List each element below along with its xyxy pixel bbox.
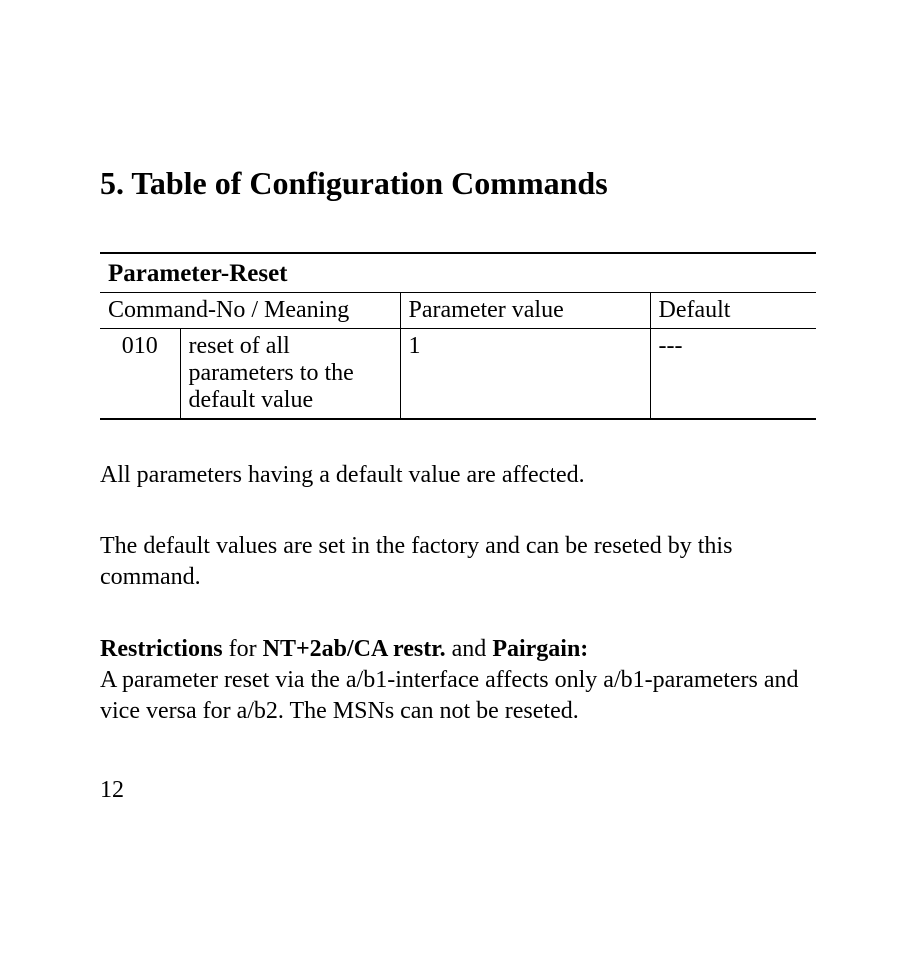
cell-default: --- [650,329,816,420]
restrictions-label: Restrictions [100,636,223,662]
cell-meaning: reset of all parameters to the default v… [180,329,400,420]
restrictions-body: A parameter reset via the a/b1-interface… [100,667,799,724]
text-for: for [223,636,263,662]
paragraph-1: All parameters having a default value ar… [100,460,816,491]
cell-parameter-value: 1 [400,329,650,420]
device-pairgain: Pairgain: [492,636,588,662]
page-number: 12 [100,777,816,804]
section-number: 5. [100,165,124,201]
table-title: Parameter-Reset [100,253,816,293]
column-header-default: Default [650,293,816,329]
paragraph-2: The default values are set in the factor… [100,531,816,593]
device-nt2ab: NT+2ab/CA restr. [263,636,446,662]
cell-command-no: 010 [100,329,180,420]
column-header-command-meaning: Command-No / Meaning [100,293,400,329]
config-table: Parameter-Reset Command-No / Meaning Par… [100,252,816,420]
table-row: 010 reset of all parameters to the defau… [100,329,816,420]
paragraph-3: Restrictions for NT+2ab/CA restr. and Pa… [100,634,816,728]
section-heading: 5. Table of Configuration Commands [100,165,816,202]
column-header-parameter-value: Parameter value [400,293,650,329]
section-title: Table of Configuration Commands [131,165,607,201]
text-and: and [446,636,493,662]
